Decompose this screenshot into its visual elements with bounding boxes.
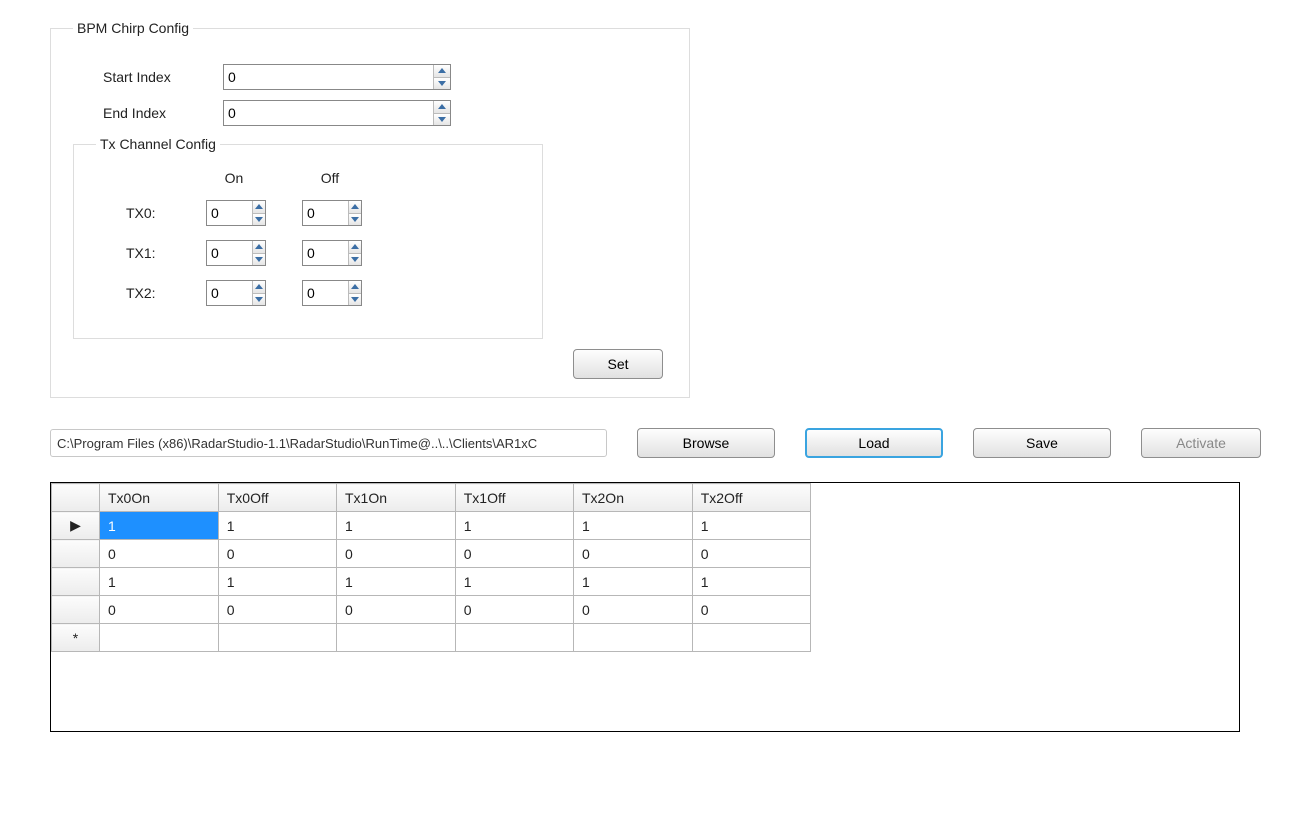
- grid-cell[interactable]: [336, 624, 455, 652]
- on-column-header: On: [186, 170, 282, 186]
- tx2-off-stepper[interactable]: [302, 280, 362, 306]
- grid-cell[interactable]: 0: [336, 596, 455, 624]
- grid-cell[interactable]: 1: [573, 568, 692, 596]
- tx-legend: Tx Channel Config: [96, 136, 220, 152]
- off-column-header: Off: [282, 170, 378, 186]
- grid-column-header[interactable]: Tx2On: [573, 484, 692, 512]
- table-row[interactable]: 000000: [52, 596, 811, 624]
- start-index-stepper[interactable]: [223, 64, 451, 90]
- tx1-off-up-button[interactable]: [349, 241, 361, 254]
- end-index-label: End Index: [103, 105, 223, 121]
- grid-cell[interactable]: 0: [218, 596, 336, 624]
- grid-column-header[interactable]: Tx0On: [100, 484, 219, 512]
- grid-cell[interactable]: 0: [455, 596, 573, 624]
- grid-cell[interactable]: [692, 624, 810, 652]
- grid-cell[interactable]: 1: [573, 512, 692, 540]
- tx0-off-input[interactable]: [303, 201, 348, 225]
- tx0-on-down-button[interactable]: [253, 214, 265, 226]
- start-index-up-button[interactable]: [434, 65, 450, 78]
- grid-cell[interactable]: 1: [455, 512, 573, 540]
- tx1-on-up-button[interactable]: [253, 241, 265, 254]
- end-index-input[interactable]: [224, 101, 433, 125]
- grid-cell[interactable]: 1: [218, 568, 336, 596]
- bpm-chirp-config-group: BPM Chirp Config Start Index End Index: [50, 20, 690, 398]
- tx0-off-up-button[interactable]: [349, 201, 361, 214]
- table-row[interactable]: ▶111111: [52, 512, 811, 540]
- grid-cell[interactable]: [218, 624, 336, 652]
- grid-cell[interactable]: 0: [573, 596, 692, 624]
- tx0-on-input[interactable]: [207, 201, 252, 225]
- tx0-off-down-button[interactable]: [349, 214, 361, 226]
- grid-cell[interactable]: 0: [100, 596, 219, 624]
- grid-column-header[interactable]: Tx2Off: [692, 484, 810, 512]
- grid-cell[interactable]: 0: [455, 540, 573, 568]
- tx1-label: TX1:: [126, 245, 206, 261]
- start-index-input[interactable]: [224, 65, 433, 89]
- tx0-label: TX0:: [126, 205, 206, 221]
- tx0-on-stepper[interactable]: [206, 200, 266, 226]
- grid-cell[interactable]: 1: [100, 568, 219, 596]
- grid-column-header[interactable]: Tx0Off: [218, 484, 336, 512]
- tx1-on-input[interactable]: [207, 241, 252, 265]
- grid-cell[interactable]: 0: [100, 540, 219, 568]
- grid-cell[interactable]: 1: [336, 568, 455, 596]
- grid-column-header[interactable]: Tx1Off: [455, 484, 573, 512]
- row-header[interactable]: ▶: [52, 512, 100, 540]
- tx1-off-down-button[interactable]: [349, 254, 361, 266]
- grid-cell[interactable]: 0: [218, 540, 336, 568]
- row-header[interactable]: [52, 540, 100, 568]
- grid-cell[interactable]: 1: [218, 512, 336, 540]
- tx-channel-config-group: Tx Channel Config On Off TX0:: [73, 136, 543, 339]
- bpm-legend: BPM Chirp Config: [73, 20, 193, 36]
- grid-cell[interactable]: [573, 624, 692, 652]
- data-grid-container: Tx0OnTx0OffTx1OnTx1OffTx2OnTx2Off▶111111…: [50, 482, 1240, 732]
- tx1-off-input[interactable]: [303, 241, 348, 265]
- tx2-on-up-button[interactable]: [253, 281, 265, 294]
- grid-cell[interactable]: 1: [692, 512, 810, 540]
- data-grid[interactable]: Tx0OnTx0OffTx1OnTx1OffTx2OnTx2Off▶111111…: [51, 483, 811, 652]
- end-index-up-button[interactable]: [434, 101, 450, 114]
- grid-cell[interactable]: [100, 624, 219, 652]
- browse-button[interactable]: Browse: [637, 428, 775, 458]
- tx1-on-stepper[interactable]: [206, 240, 266, 266]
- end-index-down-button[interactable]: [434, 114, 450, 126]
- row-header[interactable]: [52, 596, 100, 624]
- tx0-off-stepper[interactable]: [302, 200, 362, 226]
- start-index-down-button[interactable]: [434, 78, 450, 90]
- tx0-on-up-button[interactable]: [253, 201, 265, 214]
- tx2-off-input[interactable]: [303, 281, 348, 305]
- grid-cell[interactable]: 0: [336, 540, 455, 568]
- grid-cell[interactable]: 1: [692, 568, 810, 596]
- row-header-new[interactable]: *: [52, 624, 100, 652]
- grid-cell[interactable]: 0: [692, 596, 810, 624]
- grid-cell[interactable]: 1: [455, 568, 573, 596]
- grid-column-header[interactable]: Tx1On: [336, 484, 455, 512]
- activate-button[interactable]: Activate: [1141, 428, 1261, 458]
- grid-corner: [52, 484, 100, 512]
- tx2-off-up-button[interactable]: [349, 281, 361, 294]
- tx2-on-stepper[interactable]: [206, 280, 266, 306]
- tx2-on-down-button[interactable]: [253, 294, 265, 306]
- tx2-on-input[interactable]: [207, 281, 252, 305]
- save-button[interactable]: Save: [973, 428, 1111, 458]
- table-row[interactable]: 111111: [52, 568, 811, 596]
- file-path-input[interactable]: [50, 429, 607, 457]
- tx1-on-down-button[interactable]: [253, 254, 265, 266]
- load-button[interactable]: Load: [805, 428, 943, 458]
- start-index-label: Start Index: [103, 69, 223, 85]
- grid-cell[interactable]: 1: [336, 512, 455, 540]
- tx1-off-stepper[interactable]: [302, 240, 362, 266]
- set-button[interactable]: Set: [573, 349, 663, 379]
- grid-cell[interactable]: 0: [573, 540, 692, 568]
- row-header[interactable]: [52, 568, 100, 596]
- table-row[interactable]: 000000: [52, 540, 811, 568]
- tx2-label: TX2:: [126, 285, 206, 301]
- tx2-off-down-button[interactable]: [349, 294, 361, 306]
- grid-cell[interactable]: 0: [692, 540, 810, 568]
- end-index-stepper[interactable]: [223, 100, 451, 126]
- grid-cell[interactable]: [455, 624, 573, 652]
- table-new-row[interactable]: *: [52, 624, 811, 652]
- grid-cell[interactable]: 1: [100, 512, 219, 540]
